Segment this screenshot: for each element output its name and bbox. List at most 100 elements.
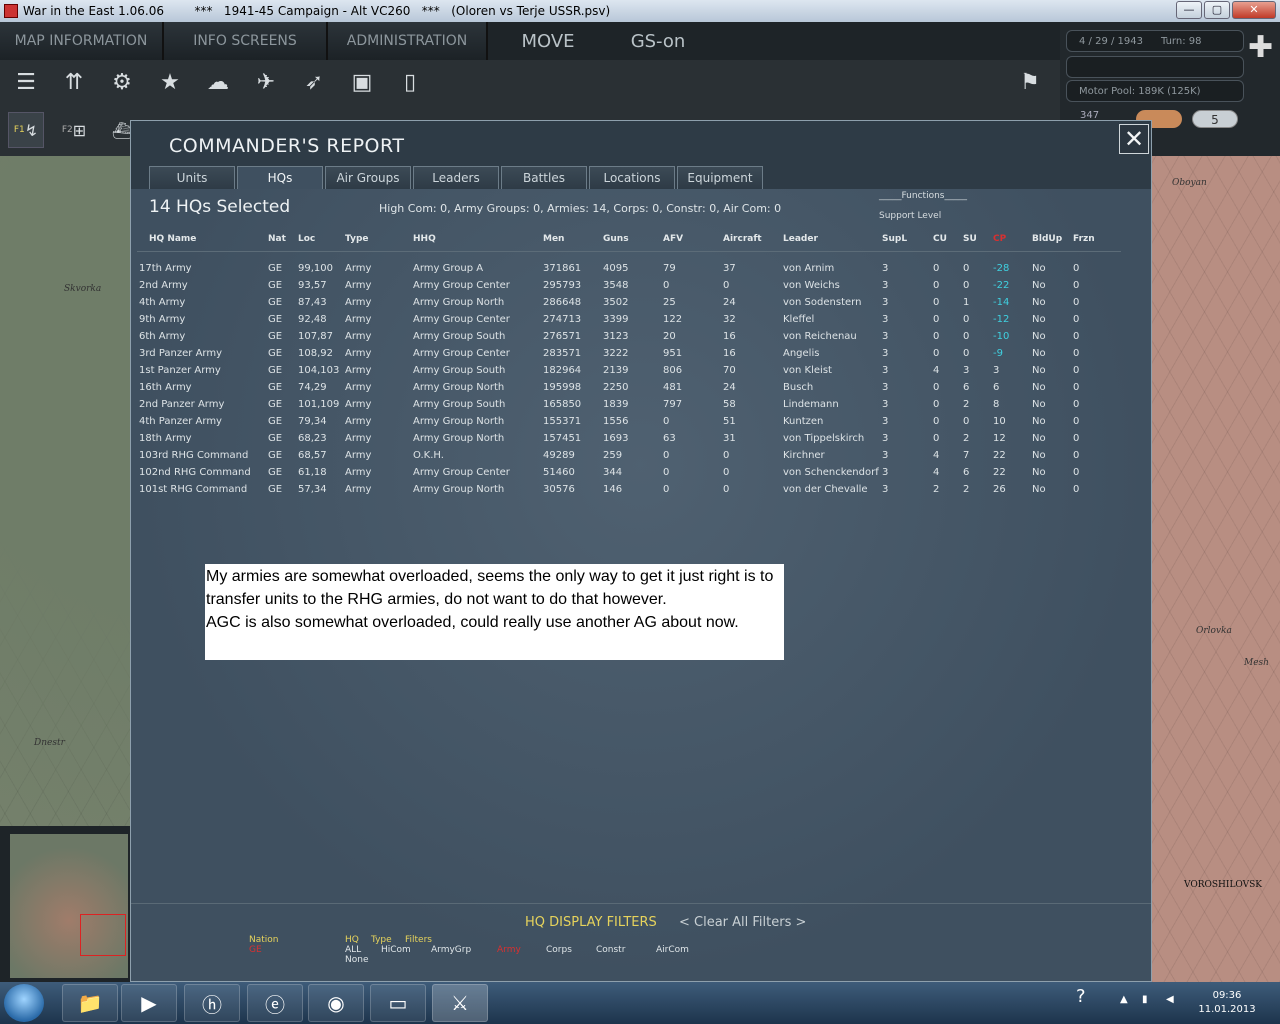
- table-cell: 0: [1073, 263, 1080, 274]
- window-close-button[interactable]: ✕: [1232, 1, 1276, 19]
- nation-filter-ge[interactable]: GE: [249, 945, 262, 955]
- air-icon[interactable]: ✈: [248, 64, 284, 100]
- table-row[interactable]: 101st RHG Command GE 57,34 Army Army Group N…: [131, 482, 1131, 499]
- column-header-cu[interactable]: CU: [933, 234, 947, 244]
- rail-icon[interactable]: ▣: [344, 64, 380, 100]
- hp-icon[interactable]: ⓗ: [184, 984, 240, 1022]
- tab-units[interactable]: Units: [149, 166, 235, 189]
- table-row[interactable]: 4th Panzer Army GE 79,34 Army Army Group Nor…: [131, 414, 1131, 431]
- menu-map-information[interactable]: MAP INFORMATION: [0, 22, 164, 60]
- menu-info-screens[interactable]: INFO SCREENS: [164, 22, 328, 60]
- menu-gs-on[interactable]: GS-on: [608, 22, 708, 60]
- table-row[interactable]: 9th Army GE 92,48 Army Army Group Center 2747…: [131, 312, 1131, 329]
- filter-aircom[interactable]: AirCom: [656, 945, 689, 955]
- table-cell: 122: [663, 314, 683, 325]
- selected-count: 14 HQs Selected: [149, 197, 291, 217]
- tab-locations[interactable]: Locations: [589, 166, 675, 189]
- table-cell: GE: [268, 348, 283, 359]
- table-row[interactable]: 2nd Army GE 93,57 Army Army Group Center 2957…: [131, 278, 1131, 295]
- table-cell: 103rd RHG Command: [139, 450, 249, 461]
- weather-icon[interactable]: ☁: [200, 64, 236, 100]
- maximize-button[interactable]: ▢: [1204, 1, 1230, 19]
- flag-icon[interactable]: ⚑: [1012, 64, 1048, 100]
- minimap-image[interactable]: [10, 834, 128, 978]
- game-map-right[interactable]: Oboyan Orlovka Mesh VOROSHILOVSK: [1152, 156, 1280, 982]
- filter-armygrp[interactable]: ArmyGrp: [431, 945, 471, 955]
- menu-administration[interactable]: ADMINISTRATION: [328, 22, 488, 60]
- internet-explorer-icon[interactable]: ⓔ: [247, 984, 303, 1022]
- column-header-type[interactable]: Type: [345, 234, 368, 244]
- minimize-button[interactable]: —: [1176, 1, 1202, 19]
- table-row[interactable]: 1st Panzer Army GE 104,103 Army Army Group S…: [131, 363, 1131, 380]
- star-icon[interactable]: ★: [152, 64, 188, 100]
- filter-army[interactable]: Army: [497, 945, 521, 955]
- units-icon[interactable]: ☰: [8, 64, 44, 100]
- table-row[interactable]: 18th Army GE 68,23 Army Army Group North 1574…: [131, 431, 1131, 448]
- column-header-men[interactable]: Men: [543, 234, 564, 244]
- pill-counter[interactable]: 5: [1192, 110, 1238, 128]
- column-header-hq-name[interactable]: HQ Name: [149, 234, 196, 244]
- f2-mode-icon[interactable]: F2 ⊞: [56, 112, 92, 148]
- media-player-icon[interactable]: ▶: [121, 984, 177, 1022]
- filter-constr[interactable]: Constr: [596, 945, 625, 955]
- table-row[interactable]: 4th Army GE 87,43 Army Army Group North 28664…: [131, 295, 1131, 312]
- document-icon[interactable]: ▯: [392, 64, 428, 100]
- column-header-guns[interactable]: Guns: [603, 234, 629, 244]
- clear-all-filters-button[interactable]: < Clear All Filters >: [679, 915, 806, 930]
- help-icon[interactable]: ?: [1076, 986, 1086, 1007]
- window-titlebar: War in the East 1.06.06 *** 1941-45 Camp…: [0, 0, 1280, 22]
- filter-all[interactable]: ALL: [345, 945, 361, 955]
- volume-icon[interactable]: ◀: [1166, 994, 1174, 1005]
- table-row[interactable]: 102nd RHG Command GE 61,18 Army Army Group C…: [131, 465, 1131, 482]
- table-row[interactable]: 2nd Panzer Army GE 101,109 Army Army Group S…: [131, 397, 1131, 414]
- tray-arrow-icon[interactable]: ▲: [1120, 994, 1128, 1005]
- network-icon[interactable]: ▮: [1142, 994, 1148, 1005]
- table-row[interactable]: 103rd RHG Command GE 68,57 Army O.K.H. 49289 2…: [131, 448, 1131, 465]
- column-header-aircraft[interactable]: Aircraft: [723, 234, 762, 244]
- rocket-icon[interactable]: ➶: [296, 64, 332, 100]
- sticky-notes-icon[interactable]: ▭: [370, 984, 426, 1022]
- report-close-button[interactable]: ✕: [1119, 124, 1149, 154]
- tab-hqs[interactable]: HQs: [237, 166, 323, 189]
- column-header-hhq[interactable]: HHQ: [413, 234, 436, 244]
- filter-hicom[interactable]: HiCom: [381, 945, 411, 955]
- column-header-cp[interactable]: CP: [993, 234, 1006, 244]
- explorer-icon[interactable]: 📁: [62, 984, 118, 1022]
- table-row[interactable]: 3rd Panzer Army GE 108,92 Army Army Group Ce…: [131, 346, 1131, 363]
- table-cell: 0: [933, 314, 940, 325]
- column-header-nat[interactable]: Nat: [268, 234, 286, 244]
- tab-leaders[interactable]: Leaders: [413, 166, 499, 189]
- column-header-loc[interactable]: Loc: [298, 234, 315, 244]
- table-cell: 0: [1073, 484, 1080, 495]
- column-header-su[interactable]: SU: [963, 234, 977, 244]
- table-cell: 79,34: [298, 416, 327, 427]
- minimap[interactable]: [0, 826, 130, 982]
- column-header-frzn[interactable]: Frzn: [1073, 234, 1095, 244]
- table-row[interactable]: 17th Army GE 99,100 Army Army Group A 371861 4…: [131, 261, 1131, 278]
- tab-battles[interactable]: Battles: [501, 166, 587, 189]
- tab-equipment[interactable]: Equipment: [677, 166, 763, 189]
- war-in-the-east-icon[interactable]: ⚔: [432, 984, 488, 1022]
- start-button[interactable]: [4, 984, 44, 1022]
- formation-icon[interactable]: ⇈: [56, 64, 92, 100]
- table-cell: 274713: [543, 314, 582, 325]
- menu-move[interactable]: MOVE: [488, 22, 608, 60]
- filter-corps[interactable]: Corps: [546, 945, 572, 955]
- filter-none[interactable]: None: [345, 955, 368, 965]
- minimap-viewport[interactable]: [80, 914, 126, 956]
- column-header-afv[interactable]: AFV: [663, 234, 683, 244]
- clock[interactable]: 09:36 11.01.2013: [1196, 990, 1258, 1015]
- table-cell: 0: [663, 450, 670, 461]
- column-header-leader[interactable]: Leader: [783, 234, 818, 244]
- table-row[interactable]: 16th Army GE 74,29 Army Army Group North 1959…: [131, 380, 1131, 397]
- column-header-supl[interactable]: SupL: [882, 234, 907, 244]
- table-row[interactable]: 6th Army GE 107,87 Army Army Group South 2765…: [131, 329, 1131, 346]
- gear-icon[interactable]: ⚙: [104, 64, 140, 100]
- date-turn-box: 4 / 29 / 1943 Turn: 98: [1066, 30, 1244, 52]
- tab-air-groups[interactable]: Air Groups: [325, 166, 411, 189]
- spotify-icon[interactable]: ◉: [308, 984, 364, 1022]
- table-cell: 93,57: [298, 280, 327, 291]
- column-header-bldup[interactable]: BldUp: [1032, 234, 1062, 244]
- f1-mode-icon[interactable]: F1 ↯: [8, 112, 44, 148]
- table-cell: 3: [882, 263, 889, 274]
